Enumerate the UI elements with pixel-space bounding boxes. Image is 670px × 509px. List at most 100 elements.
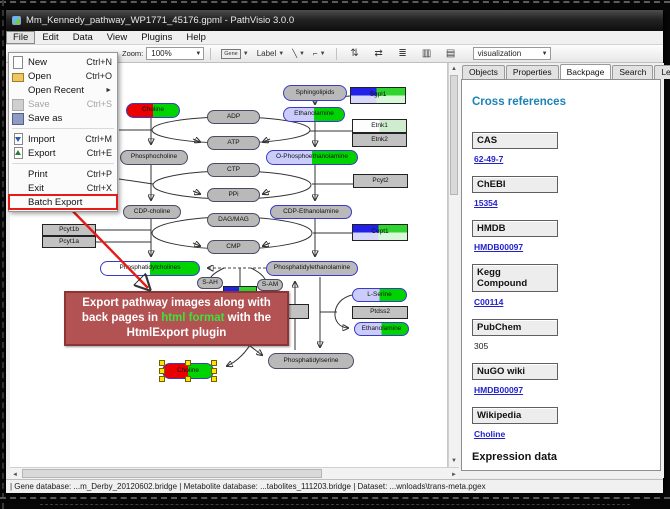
pathway-node-cmp[interactable]: CMP bbox=[207, 240, 260, 254]
pathway-node-etnk1[interactable]: Etnk1 bbox=[352, 119, 407, 133]
menu-item-save-as[interactable]: Save as bbox=[9, 111, 117, 125]
pathway-node-ppi[interactable]: PPi bbox=[207, 188, 260, 202]
stack-columns-icon: ▥ bbox=[419, 48, 435, 59]
scroll-down-icon[interactable]: ▼ bbox=[451, 456, 457, 466]
external-id-link[interactable]: HMDB00097 bbox=[474, 242, 523, 252]
pathway-node-pcyt1b[interactable]: Pcyt1b bbox=[42, 224, 96, 236]
title-bar[interactable]: Mm_Kennedy_pathway_WP1771_45176.gpml - P… bbox=[6, 10, 663, 31]
pathway-node-phosphatidylethanolamine[interactable]: Phosphatidylethanolamine bbox=[266, 261, 358, 276]
stack-rows-button[interactable]: ≣ bbox=[392, 47, 414, 61]
zoom-combobox[interactable]: 100% ▼ bbox=[146, 47, 204, 60]
pathway-node-dag-mag[interactable]: DAG/MAG bbox=[207, 213, 260, 227]
menubar-item-help[interactable]: Help bbox=[179, 31, 213, 44]
external-id-link[interactable]: C00114 bbox=[474, 297, 503, 307]
stack-columns-button[interactable]: ▥ bbox=[416, 47, 438, 61]
menu-item-label: Batch Export bbox=[28, 197, 112, 208]
database-name-header: PubChem bbox=[472, 319, 558, 336]
pathway-node-pcyt1a[interactable]: Pcyt1a bbox=[42, 236, 96, 248]
toolbar-separator bbox=[336, 48, 337, 60]
pathway-node-pcyt2[interactable]: Pcyt2 bbox=[353, 174, 408, 188]
side-panel-tabs: ObjectsPropertiesBackpageSearchLegend bbox=[459, 63, 664, 79]
pathway-node-atp[interactable]: ATP bbox=[207, 136, 260, 150]
pathway-node-etnk2[interactable]: Etnk2 bbox=[352, 133, 407, 147]
pathway-node-cept1[interactable]: Cept1 bbox=[352, 224, 408, 241]
menubar-item-data[interactable]: Data bbox=[66, 31, 100, 44]
toolbar-separator bbox=[210, 48, 211, 60]
visualization-combobox[interactable]: visualization ▼ bbox=[473, 47, 551, 60]
external-id-link[interactable]: Choline bbox=[474, 429, 505, 439]
pathway-node-phosphocholine[interactable]: Phosphocholine bbox=[120, 150, 188, 165]
menu-item-new[interactable]: NewCtrl+N bbox=[9, 55, 117, 69]
menubar-item-file[interactable]: File bbox=[6, 31, 35, 44]
pathway-node-o-phosphoethanolamine[interactable]: O-Phosphoethanolamine bbox=[266, 150, 358, 165]
pathway-node-s-am[interactable]: S-AM bbox=[257, 279, 283, 291]
menu-item-label: Save bbox=[28, 99, 87, 110]
tab-objects[interactable]: Objects bbox=[462, 65, 505, 79]
menubar-item-view[interactable]: View bbox=[100, 31, 134, 44]
distribute-horizontal-button[interactable]: ⇄ bbox=[368, 47, 390, 61]
chevron-down-icon: ▼ bbox=[299, 51, 305, 57]
selection-handle[interactable] bbox=[211, 368, 217, 374]
align-vertical-center-button[interactable]: ⇅ bbox=[344, 47, 366, 61]
menu-item-open-recent[interactable]: Open Recent► bbox=[9, 83, 117, 97]
pathway-node-choline-top[interactable]: Choline bbox=[126, 103, 180, 118]
pathway-node-l-serine[interactable]: L-Serine bbox=[352, 288, 407, 302]
pathway-node-phosphatidylcholines[interactable]: Phosphatidylcholines bbox=[100, 261, 200, 276]
tab-backpage[interactable]: Backpage bbox=[560, 64, 612, 80]
toolbar-icon-group: ⇅⇄≣ ▥ ▤ bbox=[343, 47, 463, 61]
menu-item-export[interactable]: ExportCtrl+E bbox=[9, 146, 117, 160]
selection-handle[interactable] bbox=[185, 376, 191, 382]
tab-search[interactable]: Search bbox=[612, 65, 653, 79]
external-id-link[interactable]: 15354 bbox=[474, 198, 498, 208]
selection-handle[interactable] bbox=[159, 360, 165, 366]
scroll-up-icon[interactable]: ▲ bbox=[451, 64, 457, 74]
database-name-header: ChEBI bbox=[472, 176, 558, 193]
vertical-scroll-thumb[interactable] bbox=[450, 75, 458, 195]
canvas-horizontal-scrollbar[interactable]: ◄ ► bbox=[10, 467, 459, 479]
chevron-down-icon: ▼ bbox=[278, 51, 284, 57]
database-name-header: HMDB bbox=[472, 220, 558, 237]
external-id-link[interactable]: 62-49-7 bbox=[474, 154, 503, 164]
pathway-node-sgpl1[interactable]: Sgpl1 bbox=[350, 87, 406, 104]
pathway-node-sphingolipids[interactable]: Sphingolipids bbox=[283, 85, 347, 101]
pathway-node-phosphatidylserine[interactable]: Phosphatidylserine bbox=[268, 353, 354, 369]
line-tool-button[interactable]: ╲ ▼ bbox=[289, 47, 308, 61]
menu-item-save[interactable]: SaveCtrl+S bbox=[9, 97, 117, 111]
menu-item-import[interactable]: ImportCtrl+M bbox=[9, 132, 117, 146]
menu-icon-spacer bbox=[11, 182, 24, 194]
printer-button[interactable]: ▤ bbox=[440, 47, 462, 61]
selection-handle[interactable] bbox=[185, 360, 191, 366]
selection-handle[interactable] bbox=[211, 360, 217, 366]
pathway-node-s-ah[interactable]: S-AH bbox=[197, 277, 223, 289]
menu-separator bbox=[12, 163, 114, 164]
pathway-node-ethanolamine-bottom[interactable]: Ethanolamine bbox=[354, 322, 409, 336]
menubar-item-edit[interactable]: Edit bbox=[35, 31, 65, 44]
selection-handle[interactable] bbox=[159, 376, 165, 382]
menu-item-print[interactable]: PrintCtrl+P bbox=[9, 167, 117, 181]
canvas-vertical-scrollbar[interactable]: ▲ ▼ bbox=[448, 63, 459, 467]
menu-bar: FileEditDataViewPluginsHelp bbox=[6, 31, 663, 45]
menu-item-shortcut: Ctrl+O bbox=[86, 71, 112, 81]
pathway-node-ptdss2[interactable]: Ptdss2 bbox=[352, 306, 408, 319]
pathway-node-ctp[interactable]: CTP bbox=[207, 163, 260, 177]
add-datanode-button[interactable]: Gene ▼ bbox=[218, 47, 251, 61]
menu-item-batch-export[interactable]: Batch Export bbox=[9, 195, 117, 209]
add-label-button[interactable]: Label ▼ bbox=[254, 47, 288, 61]
menu-item-exit[interactable]: ExitCtrl+X bbox=[9, 181, 117, 195]
connector-tool-button[interactable]: ⌐ ▼ bbox=[310, 47, 329, 61]
selection-handle[interactable] bbox=[159, 368, 165, 374]
pathway-node-adp[interactable]: ADP bbox=[207, 110, 260, 124]
horizontal-scroll-thumb[interactable] bbox=[22, 469, 322, 478]
menubar-item-plugins[interactable]: Plugins bbox=[134, 31, 179, 44]
torn-edge-top bbox=[0, 1, 670, 3]
menu-item-open[interactable]: OpenCtrl+O bbox=[9, 69, 117, 83]
pathway-node-cdp-choline[interactable]: CDP-choline bbox=[123, 205, 181, 219]
screenshot-root: Mm_Kennedy_pathway_WP1771_45176.gpml - P… bbox=[0, 0, 670, 509]
tab-properties[interactable]: Properties bbox=[506, 65, 559, 79]
external-id-link[interactable]: HMDB00097 bbox=[474, 385, 523, 395]
pathway-node-cdp-ethanolamine[interactable]: CDP-Ethanolamine bbox=[270, 205, 352, 219]
callout-highlight-text: html format bbox=[161, 312, 224, 324]
selection-handle[interactable] bbox=[211, 376, 217, 382]
tab-legend[interactable]: Legend bbox=[654, 65, 670, 79]
pathway-node-ethanolamine-top[interactable]: Ethanolamine bbox=[283, 107, 345, 122]
